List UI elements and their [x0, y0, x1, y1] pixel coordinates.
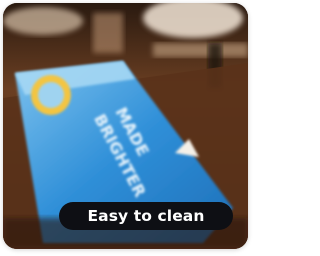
feature-badge-label: Easy to clean [87, 207, 205, 225]
feature-badge: Easy to clean [59, 202, 233, 230]
product-feature-card: MADE BRIGHTER Easy to clean [3, 3, 248, 249]
